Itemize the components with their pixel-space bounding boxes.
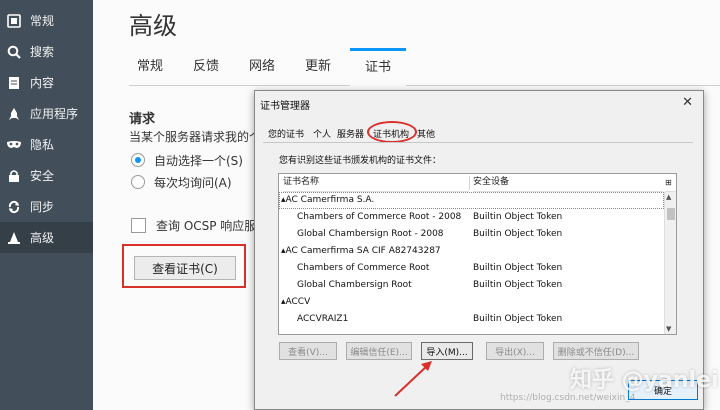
- arrow-icon: [394, 361, 432, 397]
- watermark: 知乎 @yanlei: [570, 368, 719, 393]
- watermark-url: https://blog.csdn.net/weixin_4...: [500, 393, 645, 403]
